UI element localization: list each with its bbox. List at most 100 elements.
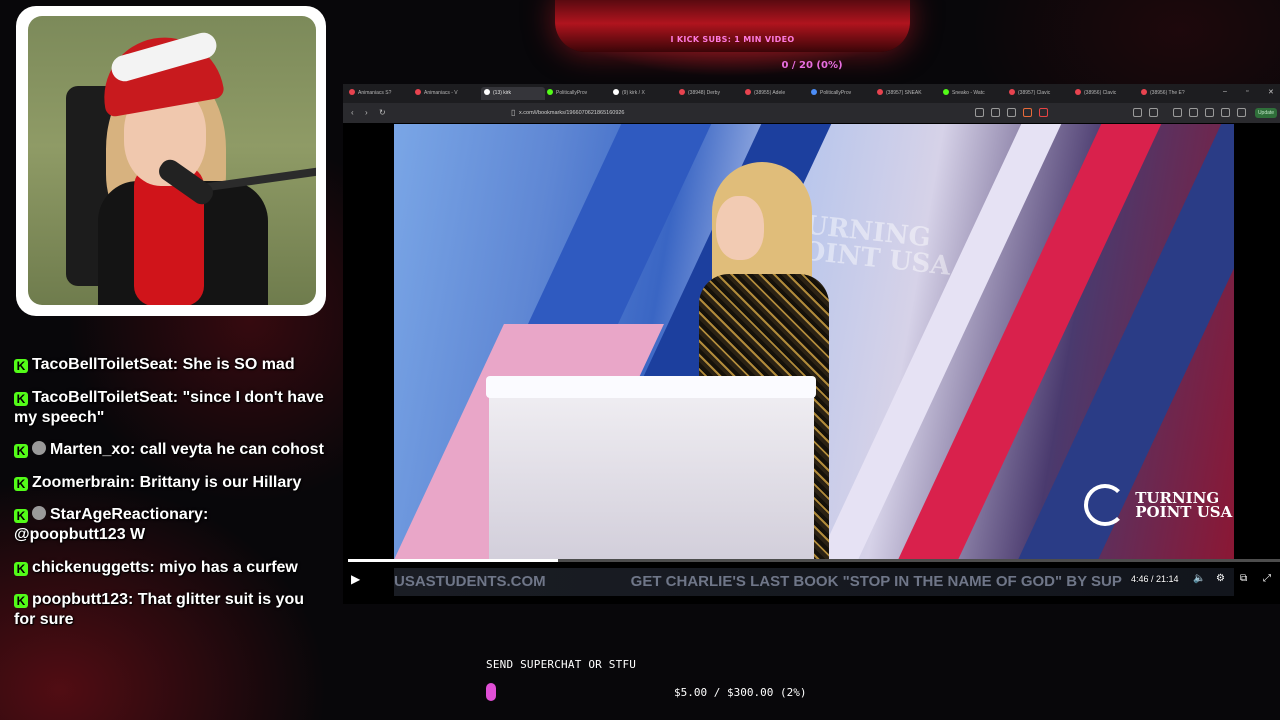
kick-badge-icon: K (14, 359, 28, 373)
podium (489, 379, 814, 559)
kick-badge-icon: K (14, 391, 28, 406)
sidebar-icon[interactable] (1189, 108, 1198, 117)
browser-tab[interactable]: (38957) Clavic (1009, 87, 1067, 100)
video-player[interactable]: TURNING POINT USA TURNING POINT USA (394, 124, 1234, 559)
browser-window: – ▫ ✕ Animaniacs S? Animaniacs - V (13) ki… (343, 84, 1280, 604)
chat-message: K TacoBellToiletSeat: "since I don't have… (14, 388, 324, 428)
chat-panel: K TacoBellToiletSeat: She is SO mad K TacoB… (14, 355, 324, 643)
tab-label: (38956) Clavic (1084, 90, 1117, 96)
vpn-icon[interactable] (1237, 108, 1246, 117)
superchat-amount: $5.00 / $300.00 (2%) (674, 686, 807, 699)
chat-text: Brittany is our Hillary (139, 473, 302, 491)
chat-separator: : (172, 356, 183, 373)
chat-username[interactable]: TacoBellToiletSeat (32, 356, 173, 373)
screen-icon[interactable] (975, 108, 984, 117)
browser-tab[interactable]: (13) kirk (481, 87, 545, 100)
tpusa-arc-icon (1084, 484, 1126, 526)
browser-tab[interactable]: Sneako - Watc (943, 87, 1001, 100)
close-window-icon[interactable]: ✕ (1268, 88, 1274, 96)
podium-top (486, 376, 816, 398)
tab-label: Animaniacs S? (358, 90, 392, 96)
tab-label: (13) kirk (493, 90, 512, 96)
fullscreen-icon[interactable]: ⤢ (1263, 573, 1271, 584)
speaker-face (716, 196, 764, 260)
superchat-goal-bar (486, 683, 686, 701)
bookmark-icon[interactable]: ▯ (511, 108, 515, 117)
kick-badge-icon: K (14, 444, 28, 458)
chat-message: K StarAgeReactionary: @poopbutt123 W (14, 505, 324, 545)
music-icon[interactable] (1173, 108, 1182, 117)
chat-separator: : (172, 388, 183, 406)
chat-username[interactable]: chickenuggetts (32, 559, 149, 576)
profile-icon[interactable] (1221, 108, 1230, 117)
kick-badge-icon: K (14, 594, 28, 608)
chat-username[interactable]: Marten_xo (50, 441, 130, 458)
tab-label: Sneako - Watc (952, 90, 985, 96)
browser-tab[interactable]: PoliticallyProv (547, 87, 605, 100)
tab-favicon-icon (877, 89, 883, 95)
chat-separator: : (149, 558, 160, 576)
chat-message: Kpoopbutt123: That glitter suit is you f… (14, 590, 324, 630)
chat-message: K Zoomerbrain: Brittany is our Hillary (14, 473, 324, 493)
browser-tab[interactable]: Animaniacs S? (349, 87, 407, 100)
address-bar: ‹ › ↻ ▯ x.com/i/bookmarks/19660706218651… (343, 103, 1280, 123)
chat-separator: : (128, 591, 138, 608)
download-icon[interactable] (1205, 108, 1214, 117)
extension-icon[interactable] (1133, 108, 1142, 117)
tab-label: (38955) Adele (754, 90, 786, 96)
tab-label: (38948) Derby (688, 90, 720, 96)
tab-favicon-icon (349, 89, 355, 95)
back-icon[interactable]: ‹ (351, 108, 354, 117)
tab-favicon-icon (943, 89, 949, 95)
browser-tab[interactable]: (38956) The E? (1141, 87, 1199, 100)
tab-favicon-icon (1075, 89, 1081, 95)
ticker-item: GET CHARLIE'S LAST BOOK "STOP IN THE NAM… (630, 573, 1122, 590)
browser-tab[interactable]: (38948) Derby (679, 87, 737, 100)
settings-icon[interactable]: ⚙ (1216, 573, 1225, 584)
chat-message: Kchickenuggetts: miyo has a curfew (14, 558, 324, 578)
pip-icon[interactable]: ⧉ (1240, 573, 1247, 584)
tab-favicon-icon (1009, 89, 1015, 95)
news-ticker: USASTUDENTS.COM GET CHARLIE'S LAST BOOK "… (394, 568, 1234, 596)
browser-tab[interactable]: (9) kirk / X (613, 87, 671, 100)
chat-username[interactable]: StarAgeReactionary (50, 506, 203, 523)
browser-tab[interactable]: (38957) SNEAK (877, 87, 935, 100)
rewards-icon[interactable] (1039, 108, 1048, 117)
browser-tab[interactable]: Animaniacs - V (415, 87, 473, 100)
kick-badge-icon: K (14, 561, 28, 576)
chat-message: K TacoBellToiletSeat: She is SO mad (14, 355, 324, 375)
chat-username[interactable]: poopbutt123 (32, 591, 128, 608)
wallet-icon[interactable] (1149, 108, 1158, 117)
video-time: 4:46 / 21:14 (1131, 574, 1179, 584)
forward-icon[interactable]: › (365, 108, 368, 117)
update-button[interactable]: Update (1255, 108, 1277, 118)
brave-shield-icon[interactable] (1023, 108, 1032, 117)
kick-badge-icon: K (14, 476, 28, 491)
browser-tab[interactable]: (38955) Adele (745, 87, 803, 100)
user-avatar-icon (32, 441, 46, 455)
chat-text: miyo has a curfew (159, 558, 298, 576)
logo-line2: POINT USA (1135, 503, 1233, 521)
chat-separator: : (130, 441, 140, 458)
video-progress-bar[interactable] (348, 559, 1280, 562)
volume-icon[interactable]: 🔈 (1193, 573, 1205, 584)
url-field[interactable]: x.com/i/bookmarks/1966070621865160926 (519, 107, 969, 119)
zoom-icon[interactable] (991, 108, 1000, 117)
play-icon[interactable]: ▶ (351, 572, 365, 586)
browser-tab[interactable]: PoliticallyProv (811, 87, 869, 100)
tab-favicon-icon (679, 89, 685, 95)
tab-label: PoliticallyProv (820, 90, 852, 96)
tab-favicon-icon (811, 89, 817, 95)
sub-counter: 0 / 20 (0%) (781, 60, 843, 71)
video-progress-fill (348, 559, 558, 562)
chat-username[interactable]: Zoomerbrain (32, 474, 130, 491)
minimize-icon[interactable]: – (1223, 88, 1227, 95)
browser-tab[interactable]: (38956) Clavic (1075, 87, 1133, 100)
restore-icon[interactable]: ▫ (1246, 88, 1248, 95)
chat-username[interactable]: TacoBellToiletSeat (32, 389, 173, 406)
reload-icon[interactable]: ↻ (379, 108, 386, 117)
chat-text: @poopbutt123 W (14, 526, 146, 543)
chat-message: K Marten_xo: call veyta he can cohost (14, 440, 324, 460)
share-icon[interactable] (1007, 108, 1016, 117)
webcam-feed (28, 16, 316, 305)
